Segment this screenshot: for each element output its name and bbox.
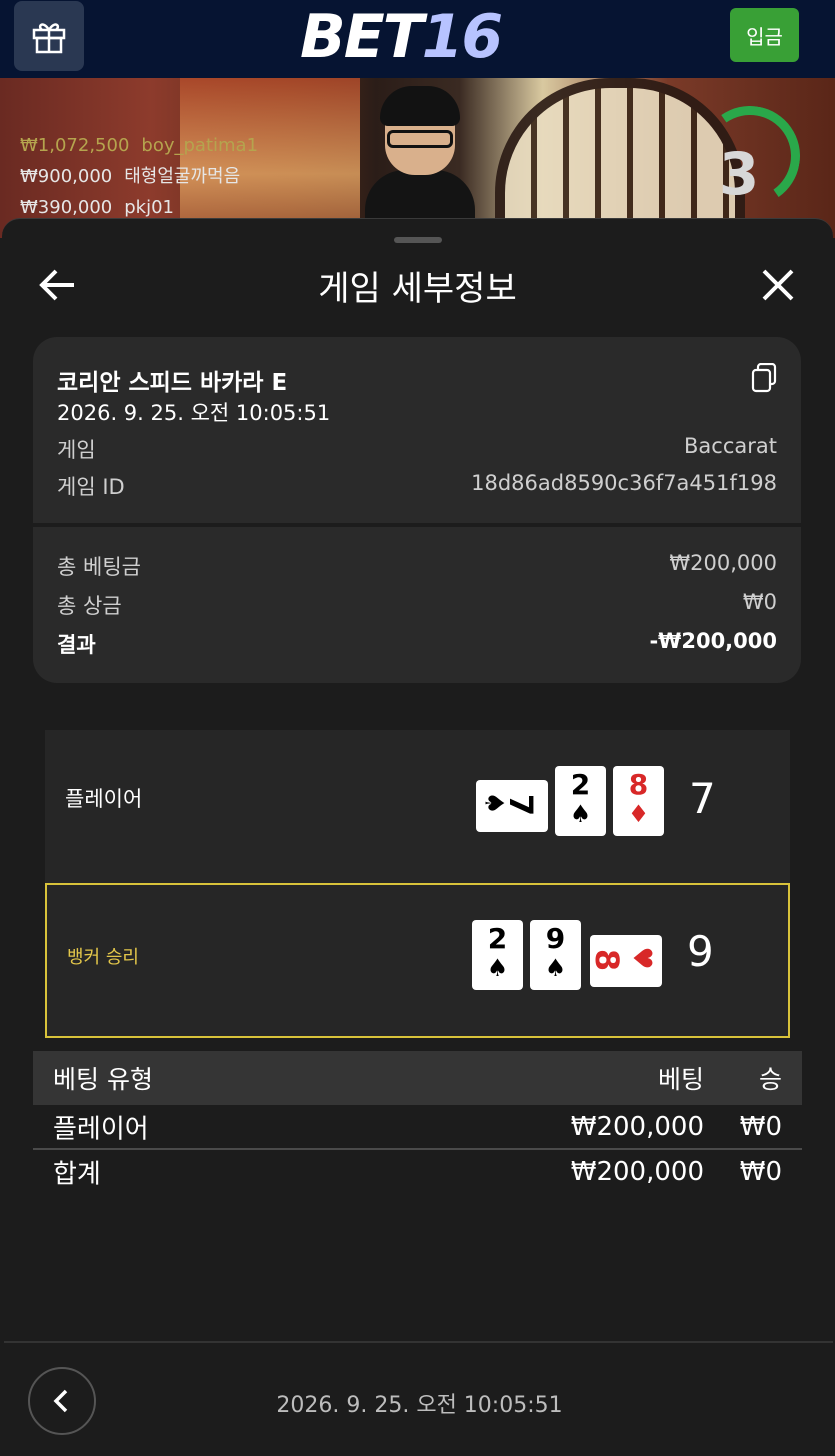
sheet-drag-handle[interactable] — [394, 237, 442, 243]
game-summary-card: 코리안 스피드 바카라 E 2026. 9. 25. 오전 10:05:51 게… — [33, 337, 801, 683]
copy-icon[interactable] — [751, 363, 777, 393]
logo-text-bet: BET — [300, 2, 424, 72]
banker-card-1: 2 ♠ — [472, 920, 523, 990]
game-id-label: 게임 ID — [57, 475, 125, 499]
result-value: -₩200,000 — [649, 629, 777, 653]
game-label: 게임 — [57, 438, 96, 462]
round-results: 플레이어 ♠ 7 2 ♠ 8 ♦ 7 뱅커 승리 2 ♠ 9 ♠ 8 ♥ 9 — [45, 730, 790, 1038]
banker-hand: 뱅커 승리 2 ♠ 9 ♠ 8 ♥ 9 — [45, 883, 790, 1038]
banker-card-3: 8 ♥ — [588, 935, 662, 987]
winner-row: ₩1,072,500 boy_patima1 — [20, 135, 259, 156]
total-bet-value: ₩200,000 — [669, 551, 777, 575]
logo-text-16: 16 — [421, 2, 503, 72]
winner-row: ₩900,000 태형얼굴까먹음 — [20, 166, 241, 187]
top-bar: BET16 입금 — [0, 0, 835, 78]
col-bet-type: 베팅 유형 — [53, 1065, 153, 1094]
table-name: 코리안 스피드 바카라 E — [57, 370, 288, 396]
col-win: 승 — [758, 1065, 782, 1094]
player-card-1: ♠ 7 — [476, 780, 548, 832]
total-win-label: 총 상금 — [57, 594, 122, 618]
result-label: 결과 — [57, 633, 96, 657]
deposit-button[interactable]: 입금 — [730, 8, 799, 62]
card-divider — [33, 523, 801, 527]
dealer-image — [365, 86, 475, 238]
total-win-value: ₩0 — [742, 590, 777, 614]
close-icon[interactable] — [758, 265, 798, 305]
col-bet: 베팅 — [657, 1065, 704, 1094]
page-title: 게임 세부정보 — [318, 269, 517, 309]
table-row: 플레이어 ₩200,000 ₩0 — [33, 1105, 802, 1150]
bet-table-header: 베팅 유형 베팅 승 — [33, 1051, 802, 1105]
brand-logo[interactable]: BET16 — [300, 2, 503, 72]
total-bet-label: 총 베팅금 — [57, 555, 141, 579]
game-id-value: 18d86ad8590c36f7a451f198 — [471, 471, 777, 495]
winners-list: ₩1,072,500 boy_patima1 ₩900,000 태형얼굴까먹음 … — [20, 130, 258, 223]
game-datetime: 2026. 9. 25. 오전 10:05:51 — [57, 401, 331, 425]
player-card-3: 8 ♦ — [613, 766, 664, 836]
game-value: Baccarat — [684, 434, 777, 458]
live-video: ₩1,072,500 boy_patima1 ₩900,000 태형얼굴까먹음 … — [0, 78, 835, 238]
footer-datetime: 2026. 9. 25. 오전 10:05:51 — [276, 1393, 563, 1418]
banker-label: 뱅커 승리 — [67, 947, 139, 968]
player-label: 플레이어 — [65, 787, 143, 811]
bet-table: 베팅 유형 베팅 승 플레이어 ₩200,000 ₩0 합계 ₩200,000 … — [33, 1051, 802, 1193]
banker-card-2: 9 ♠ — [530, 920, 581, 990]
player-score: 7 — [689, 774, 716, 823]
game-details-sheet: 게임 세부정보 코리안 스피드 바카라 E 2026. 9. 25. 오전 10… — [2, 218, 833, 1456]
player-card-2: 2 ♠ — [555, 766, 606, 836]
banker-score: 9 — [687, 927, 714, 976]
gift-icon — [32, 23, 66, 54]
countdown-number: 3 — [718, 140, 760, 208]
table-row-total: 합계 ₩200,000 ₩0 — [53, 1156, 782, 1190]
gift-button[interactable] — [14, 1, 84, 71]
footer-divider — [4, 1341, 833, 1343]
